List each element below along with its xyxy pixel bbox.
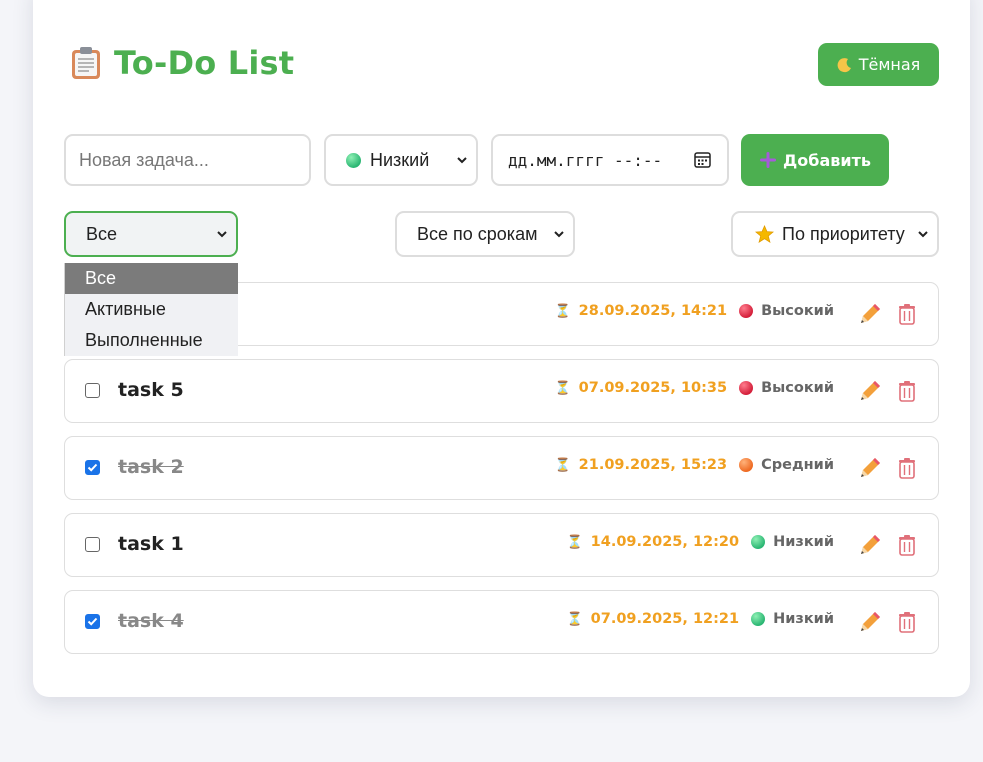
green-dot-icon — [751, 612, 766, 626]
priority-select[interactable]: Низкий — [324, 134, 478, 186]
deadline-placeholder: дд.мм.гггг --:-- — [508, 150, 663, 170]
orange-dot-icon — [739, 458, 754, 472]
status-filter-value: Все — [86, 223, 118, 244]
status-filter-dropdown: Все Активные Выполненные — [64, 263, 238, 356]
status-option-all[interactable]: Все — [65, 263, 238, 294]
task-priority-text: Высокий — [761, 303, 834, 319]
task-priority: Высокий — [739, 303, 834, 319]
theme-toggle-label: Тёмная — [858, 55, 921, 74]
hourglass-icon: ⏳ — [554, 457, 571, 473]
task-priority-text: Низкий — [773, 611, 834, 627]
plus-icon — [760, 152, 777, 168]
task-deadline: ⏳ 21.09.2025, 15:23 — [554, 457, 727, 473]
task-deadline-text: 21.09.2025, 15:23 — [578, 457, 728, 473]
trash-icon[interactable] — [898, 534, 916, 556]
task-deadline-text: 07.09.2025, 10:35 — [578, 380, 728, 396]
hourglass-icon: ⏳ — [566, 534, 583, 550]
task-deadline-text: 07.09.2025, 12:21 — [590, 611, 740, 627]
deadline-filter-select[interactable]: Все по срокам — [395, 211, 575, 257]
priority-select-value: Низкий — [370, 149, 430, 170]
new-task-placeholder: Новая задача... — [79, 149, 209, 170]
task-row: task 1 ⏳ 14.09.2025, 12:20 Низкий — [64, 513, 939, 577]
theme-toggle-button[interactable]: Тёмная — [818, 43, 939, 86]
task-row: task 2 ⏳ 21.09.2025, 15:23 Средний — [64, 436, 939, 500]
todo-card: To-Do List Тёмная Новая задача... Низкий… — [33, 0, 970, 697]
task-checkbox[interactable] — [85, 460, 100, 475]
calendar-icon[interactable] — [694, 151, 711, 168]
task-priority: Высокий — [739, 380, 834, 396]
add-task-button[interactable]: Добавить — [741, 134, 889, 186]
new-task-input[interactable]: Новая задача... — [64, 134, 311, 186]
task-name: task 1 — [118, 533, 184, 555]
task-deadline: ⏳ 14.09.2025, 12:20 — [566, 534, 739, 550]
star-icon — [755, 224, 774, 243]
chevron-down-icon — [554, 231, 564, 238]
task-deadline: ⏳ 07.09.2025, 12:21 — [566, 611, 739, 627]
task-priority: Средний — [739, 457, 834, 473]
green-dot-icon — [346, 152, 361, 168]
pencil-icon[interactable] — [857, 301, 883, 327]
task-checkbox[interactable] — [85, 537, 100, 552]
task-row: task 4 ⏳ 07.09.2025, 12:21 Низкий — [64, 590, 939, 654]
pencil-icon[interactable] — [857, 378, 883, 404]
task-checkbox[interactable] — [85, 614, 100, 629]
trash-icon[interactable] — [898, 380, 916, 402]
task-priority-text: Высокий — [761, 380, 834, 396]
page-title: To-Do List — [114, 44, 295, 82]
task-deadline-text: 14.09.2025, 12:20 — [590, 534, 740, 550]
chevron-down-icon — [918, 231, 928, 238]
sort-select[interactable]: По приоритету — [731, 211, 939, 257]
task-priority: Низкий — [751, 611, 834, 627]
task-checkbox[interactable] — [85, 383, 100, 398]
chevron-down-icon — [457, 157, 467, 164]
task-deadline: ⏳ 28.09.2025, 14:21 — [554, 303, 727, 319]
status-filter-select[interactable]: Все — [64, 211, 238, 257]
status-option-completed[interactable]: Выполненные — [65, 325, 238, 356]
trash-icon[interactable] — [898, 457, 916, 479]
deadline-filter-value: Все по срокам — [417, 223, 538, 244]
task-priority: Низкий — [751, 534, 834, 550]
deadline-input[interactable]: дд.мм.гггг --:-- — [491, 134, 729, 186]
task-deadline-text: 28.09.2025, 14:21 — [578, 303, 728, 319]
pencil-icon[interactable] — [857, 609, 883, 635]
moon-icon — [837, 57, 851, 72]
clipboard-icon — [72, 47, 100, 79]
task-priority-text: Низкий — [773, 534, 834, 550]
trash-icon[interactable] — [898, 303, 916, 325]
sort-select-value: По приоритету — [782, 223, 905, 244]
task-name: task 4 — [118, 610, 184, 632]
hourglass-icon: ⏳ — [554, 303, 571, 319]
pencil-icon[interactable] — [857, 532, 883, 558]
app-title: To-Do List — [70, 44, 294, 82]
task-name: task 2 — [118, 456, 184, 478]
red-dot-icon — [739, 381, 754, 395]
green-dot-icon — [751, 535, 766, 549]
red-dot-icon — [739, 304, 754, 318]
pencil-icon[interactable] — [857, 455, 883, 481]
task-row: task 5 ⏳ 07.09.2025, 10:35 Высокий — [64, 359, 939, 423]
status-option-active[interactable]: Активные — [65, 294, 238, 325]
hourglass-icon: ⏳ — [554, 380, 571, 396]
task-priority-text: Средний — [761, 457, 834, 473]
add-task-label: Добавить — [783, 150, 871, 170]
task-deadline: ⏳ 07.09.2025, 10:35 — [554, 380, 727, 396]
chevron-down-icon — [217, 231, 227, 238]
task-name: task 5 — [118, 379, 184, 401]
hourglass-icon: ⏳ — [566, 611, 583, 627]
trash-icon[interactable] — [898, 611, 916, 633]
